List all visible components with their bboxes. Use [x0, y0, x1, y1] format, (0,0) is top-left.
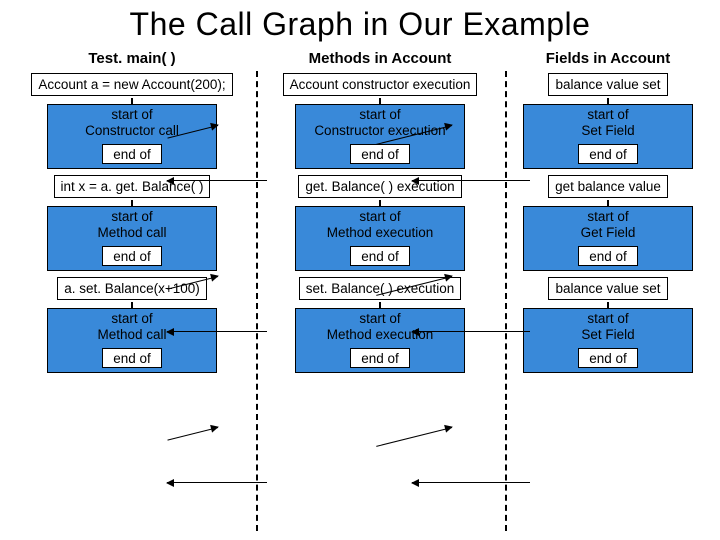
slide: The Call Graph in Our Example Test. main…	[0, 0, 720, 540]
column-3: Fields in Account balance value set star…	[508, 47, 708, 379]
arrow-left-icon	[167, 482, 267, 483]
column-2-title: Methods in Account	[309, 47, 452, 69]
end-box: end of	[350, 348, 410, 368]
c3-r1: get balance value start of Get Field end…	[523, 175, 693, 271]
stack-box: start of Method execution end of	[295, 206, 465, 271]
arrow-left-icon	[167, 427, 218, 441]
code-box: int x = a. get. Balance( )	[54, 175, 211, 198]
end-box: end of	[350, 246, 410, 266]
end-box: end of	[350, 144, 410, 164]
arrow-left-icon	[412, 180, 530, 181]
stack-label: start of Constructor call	[85, 107, 179, 138]
c1-r0: Account a = new Account(200); start of C…	[31, 73, 232, 169]
arrow-left-icon	[167, 180, 267, 181]
code-box: get. Balance( ) execution	[298, 175, 461, 198]
c2-r2: set. Balance( ) execution start of Metho…	[295, 277, 465, 373]
end-box: end of	[102, 348, 162, 368]
code-box: Account constructor execution	[283, 73, 478, 96]
end-box: end of	[578, 246, 638, 266]
stack-label: start of Method execution	[327, 311, 434, 342]
arrow-left-icon	[376, 427, 452, 447]
stack-label: start of Method call	[97, 311, 166, 342]
code-box: balance value set	[548, 73, 667, 96]
stack-label: start of Set Field	[581, 107, 634, 138]
stack-label: start of Constructor execution	[314, 107, 445, 138]
divider-2	[505, 71, 507, 531]
diagram-area: Test. main( ) Account a = new Account(20…	[12, 47, 708, 517]
column-1: Test. main( ) Account a = new Account(20…	[12, 47, 252, 379]
c2-r1: get. Balance( ) execution start of Metho…	[295, 175, 465, 271]
c3-r0: balance value set start of Set Field end…	[523, 73, 693, 169]
divider-1	[256, 71, 258, 531]
stack-box: start of Method execution end of	[295, 308, 465, 373]
stack-label: start of Method call	[97, 209, 166, 240]
stack-box: start of Set Field end of	[523, 308, 693, 373]
end-box: end of	[578, 348, 638, 368]
stack-label: start of Set Field	[581, 311, 634, 342]
stack-box: start of Get Field end of	[523, 206, 693, 271]
column-1-title: Test. main( )	[88, 47, 175, 69]
arrow-left-icon	[412, 331, 530, 332]
end-box: end of	[578, 144, 638, 164]
end-box: end of	[102, 144, 162, 164]
code-box: Account a = new Account(200);	[31, 73, 232, 96]
c3-r2: balance value set start of Set Field end…	[523, 277, 693, 373]
arrow-left-icon	[167, 331, 267, 332]
stack-label: start of Get Field	[581, 209, 636, 240]
stack-box: start of Constructor execution end of	[295, 104, 465, 169]
stack-box: start of Method call end of	[47, 308, 217, 373]
column-3-title: Fields in Account	[546, 47, 670, 69]
c1-r1: int x = a. get. Balance( ) start of Meth…	[47, 175, 217, 271]
slide-title: The Call Graph in Our Example	[12, 6, 708, 43]
stack-box: start of Method call end of	[47, 206, 217, 271]
end-box: end of	[102, 246, 162, 266]
code-box: balance value set	[548, 277, 667, 300]
c1-r2: a. set. Balance(x+100) start of Method c…	[47, 277, 217, 373]
arrow-left-icon	[412, 482, 530, 483]
column-2: Methods in Account Account constructor e…	[260, 47, 500, 379]
stack-label: start of Method execution	[327, 209, 434, 240]
stack-box: start of Set Field end of	[523, 104, 693, 169]
code-box: get balance value	[548, 175, 668, 198]
code-box: a. set. Balance(x+100)	[57, 277, 206, 300]
stack-box: start of Constructor call end of	[47, 104, 217, 169]
